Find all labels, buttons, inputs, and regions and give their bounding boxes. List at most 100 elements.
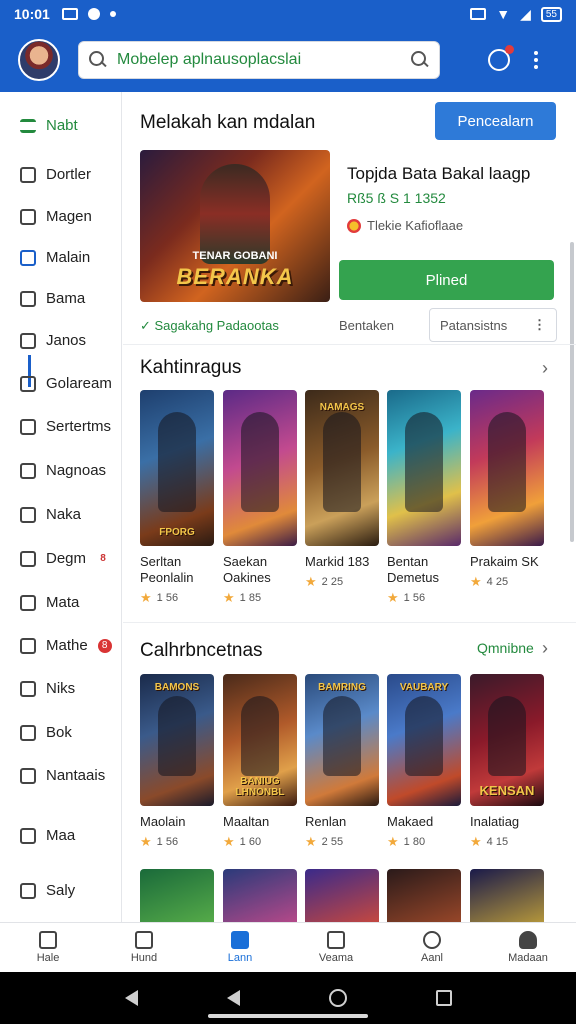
rating-value: 1 60 bbox=[239, 836, 262, 848]
back-icon[interactable] bbox=[124, 990, 138, 1006]
game-card-rating: ★ 1 56 bbox=[387, 590, 461, 606]
sidebar-item-nabt[interactable]: Nabt bbox=[20, 117, 78, 134]
nav-library[interactable]: Veama bbox=[288, 923, 384, 972]
art-caption: NAMAGS bbox=[319, 402, 365, 413]
game-card-peek[interactable] bbox=[470, 869, 544, 922]
game-card[interactable]: NAMAGS Markid 183 ★ 2 25 bbox=[305, 390, 379, 590]
game-card-rating: ★ 2 25 bbox=[305, 574, 379, 590]
sidebar-item-label: Nabt bbox=[46, 117, 78, 134]
nav-profile[interactable]: Madaan bbox=[480, 923, 576, 972]
game-card[interactable]: FPORG Serltan Peonlalin ★ 1 56 bbox=[140, 390, 214, 606]
sidebar-item-malain[interactable]: Malain bbox=[20, 249, 90, 266]
game-card-peek[interactable] bbox=[305, 869, 379, 922]
pencil-icon bbox=[20, 637, 36, 654]
featured-options-select[interactable]: Patansistns ⋮ bbox=[429, 308, 557, 342]
bottom-nav: Hale Hund Lann Veama Aanl Madaan bbox=[0, 922, 576, 972]
game-card[interactable]: BAMRING Renlan ★ 2 55 bbox=[305, 674, 379, 850]
game-card-rating: ★ 1 80 bbox=[387, 834, 461, 850]
sidebar-item-saly[interactable]: Saly bbox=[20, 882, 75, 899]
star-icon: ★ bbox=[223, 834, 235, 849]
avatar[interactable] bbox=[18, 39, 60, 81]
sidebar-item-label: Malain bbox=[46, 249, 91, 266]
star-icon: ★ bbox=[470, 834, 482, 849]
sidebar-item-label: Niks bbox=[46, 680, 76, 697]
wifi-icon: ▼ bbox=[496, 6, 511, 22]
overflow-menu-icon[interactable] bbox=[534, 51, 538, 69]
game-card-title: Markid 183 bbox=[305, 554, 370, 569]
page-title: Melakah kan mdalan bbox=[140, 112, 316, 133]
nav-apps[interactable]: Hund bbox=[96, 923, 192, 972]
sidebar-item-niks[interactable]: Niks bbox=[20, 680, 75, 697]
primary-action-button[interactable]: Pencealarn bbox=[435, 102, 556, 140]
game-card-peek[interactable] bbox=[223, 869, 297, 922]
featured-developer[interactable]: Tlekie Kafioflaae bbox=[347, 218, 463, 233]
developer-icon bbox=[347, 218, 361, 233]
sidebar-item-bama[interactable]: Bama bbox=[20, 290, 85, 307]
sidebar-item-mata[interactable]: Mata bbox=[20, 594, 79, 611]
chevron-right-icon[interactable]: › bbox=[542, 638, 548, 659]
sidebar-item-label: Nagnoas bbox=[46, 462, 107, 479]
search-submit-icon[interactable] bbox=[411, 51, 429, 69]
art-caption: BANIUG LHNONBL bbox=[235, 776, 285, 798]
sidebar-item-label: Bama bbox=[46, 290, 86, 307]
home-button-icon[interactable] bbox=[328, 989, 347, 1007]
game-card[interactable]: Bentan Demetus ★ 1 56 bbox=[387, 390, 461, 606]
back-alt-icon[interactable] bbox=[226, 990, 240, 1006]
art-caption: BAMRING bbox=[318, 682, 366, 693]
battery-icon: 55 bbox=[540, 6, 562, 22]
sidebar-item-golaream[interactable]: Golaream bbox=[20, 375, 112, 392]
recents-icon[interactable] bbox=[435, 990, 452, 1006]
notifications-icon[interactable] bbox=[488, 45, 514, 71]
game-card[interactable]: KENSAN Inalatiag ★ 4 15 bbox=[470, 674, 544, 850]
featured-title[interactable]: Topjda Bata Bakal laagp bbox=[347, 164, 530, 184]
sidebar-item-mathe[interactable]: Mathe 8 bbox=[20, 637, 112, 654]
game-card[interactable]: BAMONS Maolain ★ 1 56 bbox=[140, 674, 214, 850]
scrollbar[interactable] bbox=[570, 242, 574, 542]
install-button[interactable]: Plined bbox=[339, 260, 554, 300]
game-card-rating: ★ 4 15 bbox=[470, 834, 544, 850]
sidebar-item-bok[interactable]: Bok bbox=[20, 724, 72, 741]
sidebar-item-janos[interactable]: Janos bbox=[20, 332, 86, 349]
nav-home[interactable]: Hale bbox=[0, 923, 96, 972]
game-card-art: BAMRING bbox=[305, 674, 379, 806]
bookmark-icon bbox=[20, 249, 36, 266]
art-subtitle: TENAR GOBANI bbox=[192, 250, 278, 262]
apps-icon bbox=[135, 931, 153, 949]
star-icon: ★ bbox=[140, 590, 152, 605]
game-card-peek[interactable] bbox=[140, 869, 214, 922]
sidebar-item-nantaais[interactable]: Nantaais bbox=[20, 767, 105, 784]
game-card-art: VAUBARY bbox=[387, 674, 461, 806]
game-card-rating: ★ 1 56 bbox=[140, 590, 214, 606]
sidebar-item-naka[interactable]: Naka bbox=[20, 506, 81, 523]
sidebar-item-magen[interactable]: Magen bbox=[20, 208, 92, 225]
rating-value: 4 15 bbox=[486, 836, 509, 848]
game-card[interactable]: Prakaim SK ★ 4 25 bbox=[470, 390, 544, 590]
sidebar-item-sertertms[interactable]: Sertertms bbox=[20, 418, 111, 435]
game-card-art: BAMONS bbox=[140, 674, 214, 806]
star-icon: ★ bbox=[140, 834, 152, 849]
nav-store[interactable]: Lann bbox=[192, 923, 288, 972]
see-all-link[interactable]: Qmnibne bbox=[477, 640, 534, 656]
nav-chat[interactable]: Aanl bbox=[384, 923, 480, 972]
sidebar-item-maa[interactable]: Maa bbox=[20, 827, 75, 844]
rating-value: 1 56 bbox=[403, 592, 426, 604]
rating-value: 2 55 bbox=[321, 836, 344, 848]
featured-meta: ✓ Sagakahg Padaootas bbox=[140, 318, 279, 333]
game-card[interactable]: VAUBARY Makaed ★ 1 80 bbox=[387, 674, 461, 850]
sidebar-item-label: Maa bbox=[46, 827, 76, 844]
game-card-peek[interactable] bbox=[387, 869, 461, 922]
sidebar-item-dortler[interactable]: Dortler bbox=[20, 166, 91, 183]
game-card[interactable]: BANIUG LHNONBL Maaltan ★ 1 60 bbox=[223, 674, 297, 850]
sidebar-item-nagnoas[interactable]: Nagnoas bbox=[20, 462, 106, 479]
game-card-title: Makaed bbox=[387, 814, 434, 829]
chevron-right-icon[interactable]: › bbox=[542, 358, 548, 379]
search-bar[interactable] bbox=[78, 41, 440, 79]
game-card[interactable]: Saekan Oakines ★ 1 85 bbox=[223, 390, 297, 606]
search-input[interactable] bbox=[117, 51, 411, 69]
sidebar-badge: 8 bbox=[100, 552, 106, 564]
sidebar-item-degm[interactable]: Degm 8 bbox=[20, 550, 110, 567]
nav-label: Lann bbox=[227, 952, 253, 964]
nav-label: Hund bbox=[130, 952, 158, 964]
gesture-bar[interactable] bbox=[208, 1014, 368, 1018]
featured-game-art[interactable]: TENAR GOBANI BERANKA bbox=[140, 150, 330, 302]
